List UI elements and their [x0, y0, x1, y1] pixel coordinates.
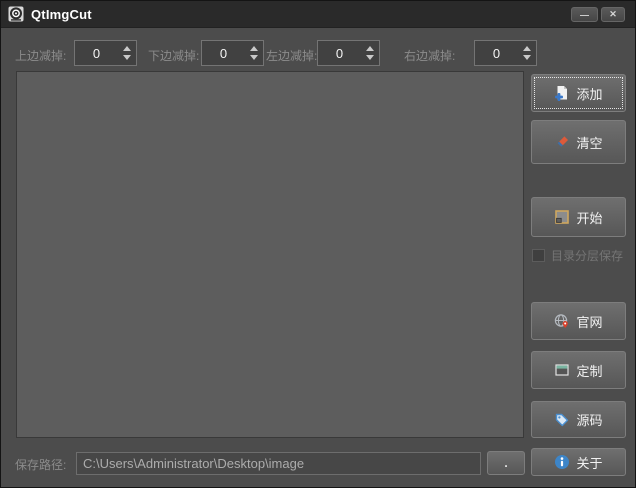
- browse-button-label: .: [504, 456, 508, 470]
- about-button[interactable]: 关于: [531, 448, 626, 476]
- browse-button[interactable]: .: [487, 451, 525, 475]
- clear-button[interactable]: 清空: [531, 120, 626, 164]
- titlebar: QtImgCut — ✕: [1, 1, 635, 28]
- source-button[interactable]: 源码: [531, 401, 626, 438]
- spin-down-icon[interactable]: [366, 55, 374, 60]
- crop-top-value: 0: [92, 45, 101, 61]
- crop-right-label: 右边减掉:: [404, 49, 456, 63]
- globe-pin-icon: [554, 313, 570, 329]
- layered-save-checkbox-row[interactable]: 目录分层保存: [532, 247, 623, 264]
- crop-bottom-spinbox[interactable]: 0: [201, 40, 264, 66]
- crop-right-spinbox[interactable]: 0: [474, 40, 537, 66]
- crop-bottom-value: 0: [219, 45, 228, 61]
- spin-up-icon[interactable]: [250, 46, 258, 51]
- crop-right-value: 0: [492, 45, 501, 61]
- crop-start-icon: [554, 209, 570, 225]
- minimize-icon: —: [580, 9, 589, 20]
- image-list-panel[interactable]: [16, 71, 524, 438]
- crop-top-spinbox[interactable]: 0: [74, 40, 137, 66]
- crop-top-label: 上边减掉:: [15, 49, 67, 63]
- crop-bottom-label: 下边减掉:: [148, 49, 200, 63]
- info-icon: [554, 454, 570, 470]
- layered-save-label: 目录分层保存: [551, 249, 624, 263]
- tag-icon: [554, 412, 570, 428]
- crop-left-spinbox[interactable]: 0: [317, 40, 380, 66]
- spin-down-icon[interactable]: [523, 55, 531, 60]
- window-icon: [554, 362, 570, 378]
- custom-button[interactable]: 定制: [531, 351, 626, 389]
- website-button-label: 官网: [576, 314, 603, 330]
- about-button-label: 关于: [576, 455, 603, 471]
- start-button-label: 开始: [576, 210, 603, 226]
- add-button[interactable]: 添加: [531, 74, 626, 112]
- spin-up-icon[interactable]: [366, 46, 374, 51]
- spin-down-icon[interactable]: [123, 55, 131, 60]
- checkbox-icon[interactable]: [532, 249, 545, 262]
- spin-up-icon[interactable]: [523, 46, 531, 51]
- add-file-icon: [554, 85, 570, 101]
- add-button-label: 添加: [576, 86, 603, 102]
- custom-button-label: 定制: [576, 363, 603, 379]
- website-button[interactable]: 官网: [531, 302, 626, 340]
- close-icon: ✕: [609, 9, 617, 19]
- save-path-label: 保存路径:: [15, 458, 67, 472]
- crop-left-label: 左边减掉:: [266, 49, 318, 63]
- close-button[interactable]: ✕: [601, 7, 625, 22]
- start-button[interactable]: 开始: [531, 197, 626, 237]
- crop-left-value: 0: [335, 45, 344, 61]
- source-button-label: 源码: [576, 413, 603, 428]
- app-window: QtImgCut — ✕ 上边减掉: 0 下边减掉: 0 左边减掉: 0 右边减…: [0, 0, 636, 488]
- save-path-input[interactable]: [76, 452, 481, 475]
- minimize-button[interactable]: —: [571, 7, 598, 22]
- spin-down-icon[interactable]: [250, 55, 258, 60]
- window-title: QtImgCut: [31, 7, 92, 22]
- spin-up-icon[interactable]: [123, 46, 131, 51]
- app-logo-icon: [8, 6, 24, 22]
- clear-button-label: 清空: [576, 135, 603, 151]
- eraser-icon: [554, 134, 570, 150]
